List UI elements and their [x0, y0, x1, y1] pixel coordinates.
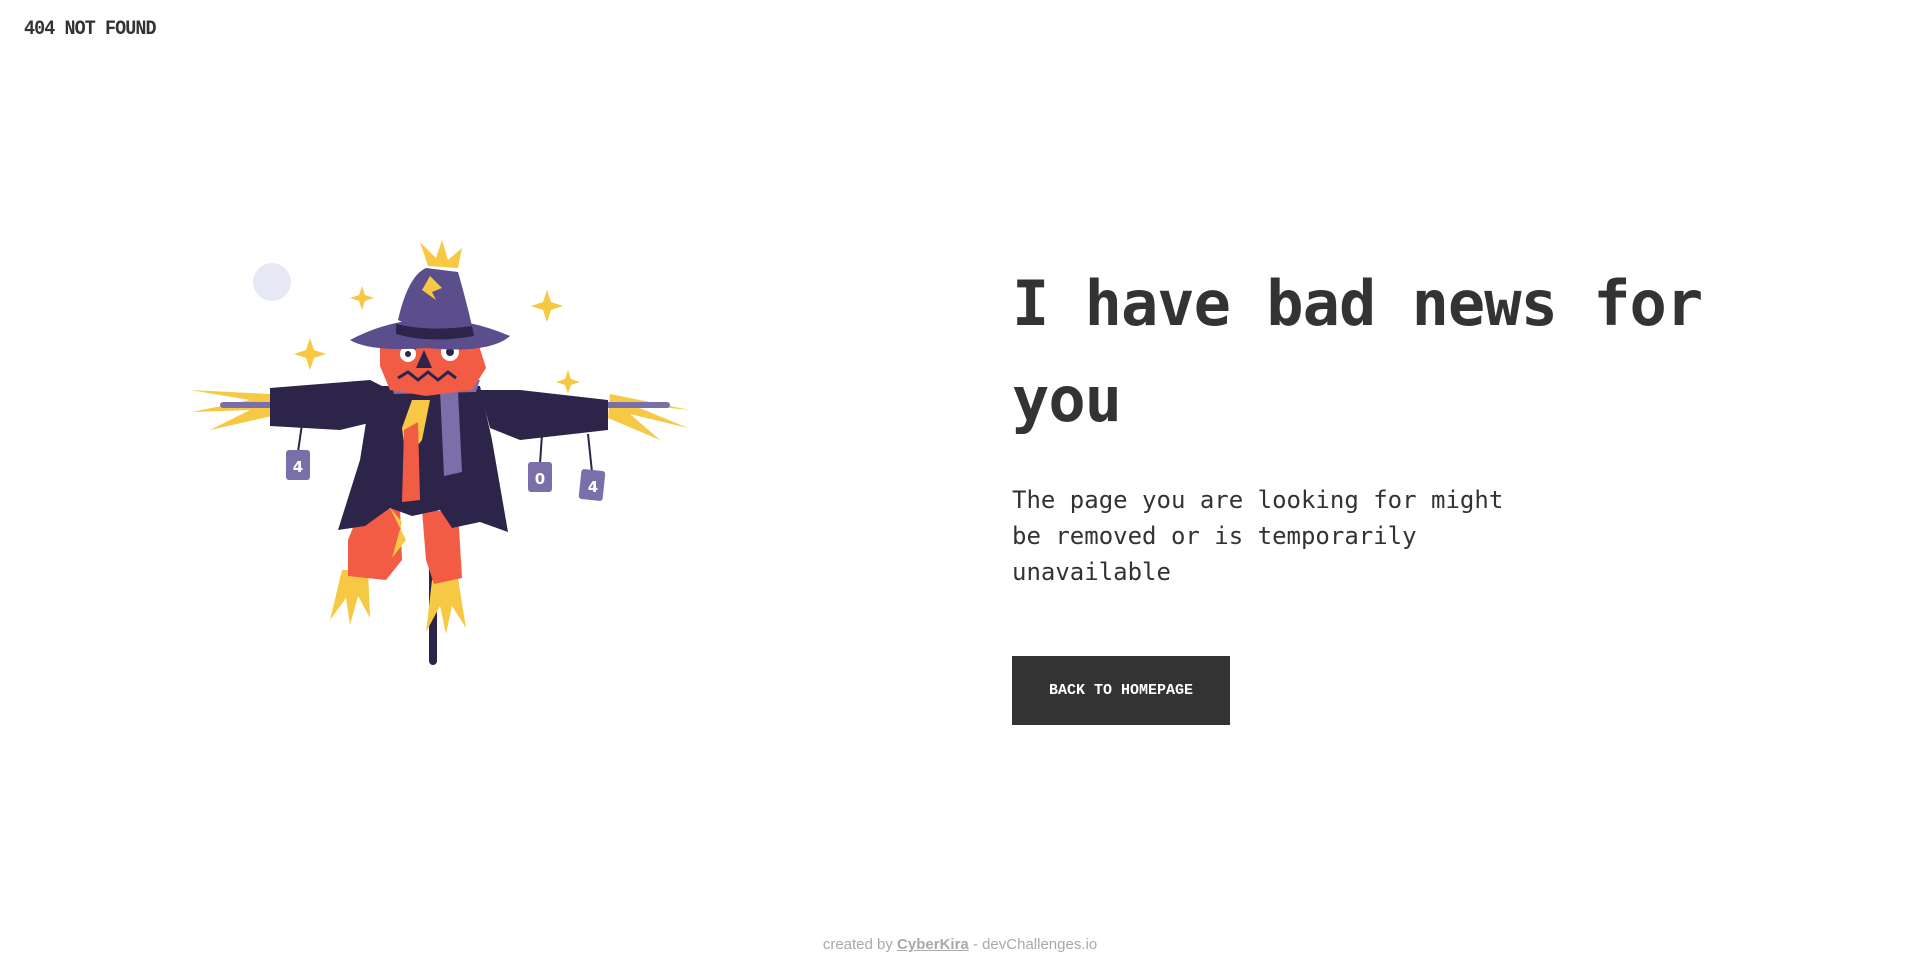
can-text: 4 — [588, 478, 598, 496]
footer: created by CyberKira - devChallenges.io — [0, 936, 1920, 953]
page-headline: I have bad news for you — [1012, 267, 1703, 436]
can-text: 0 — [535, 470, 545, 488]
footer-prefix: created by — [822, 936, 893, 953]
brand-logo[interactable]: 404 NOT FOUND — [24, 18, 157, 41]
author-link[interactable]: CyberKira — [897, 936, 969, 953]
error-message: The page you are looking for might be re… — [1012, 486, 1504, 586]
main-content: I have bad news for you The page you are… — [1012, 256, 1772, 725]
moon-shape — [253, 263, 291, 301]
can-text: 4 — [293, 458, 303, 476]
scarecrow-svg: 4 0 4 — [190, 240, 690, 665]
footer-suffix: - devChallenges.io — [972, 936, 1098, 953]
back-to-homepage-button[interactable]: BACK TO HOMEPAGE — [1012, 656, 1230, 725]
scarecrow-illustration: 4 0 4 — [190, 240, 700, 680]
